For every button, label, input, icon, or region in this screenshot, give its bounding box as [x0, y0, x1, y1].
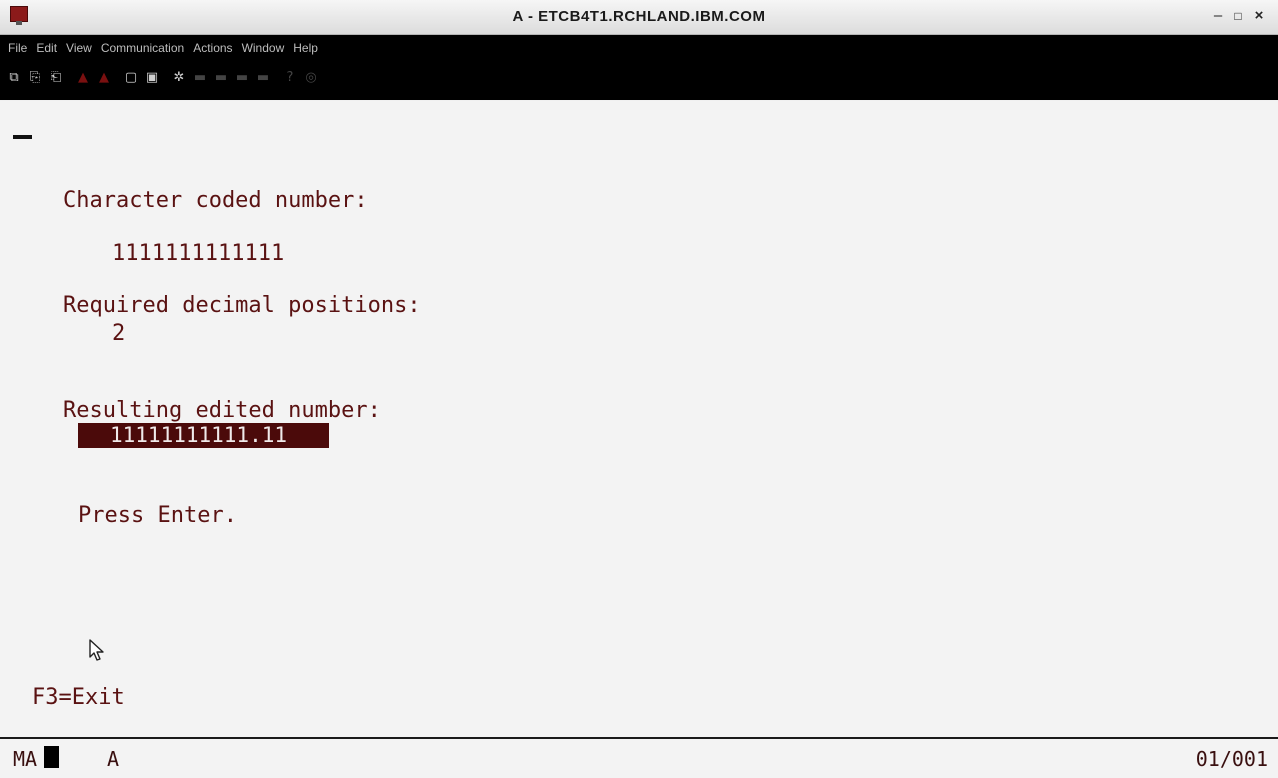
- minimize-button[interactable]: –: [1210, 7, 1226, 24]
- menu-bar: File Edit View Communication Actions Win…: [8, 41, 318, 55]
- text-cursor: [13, 135, 32, 139]
- mouse-pointer-icon: [89, 639, 104, 661]
- menu-edit[interactable]: Edit: [36, 41, 57, 55]
- character-number-value: 1111111111111: [112, 241, 285, 266]
- play-icon[interactable]: ▬: [234, 70, 250, 86]
- copy-screen-icon[interactable]: ⧉: [6, 70, 22, 86]
- menu-toolbar-band: File Edit View Communication Actions Win…: [0, 35, 1278, 100]
- toolbar: ⧉ ⎘ ⎗ ▲ ▲ ▢ ▣ ✲ ▬ ▬ ▬ ▬ ? ◎: [6, 70, 319, 86]
- result-value-field: 11111111111.11: [78, 423, 329, 448]
- receive-icon[interactable]: ▲: [96, 70, 112, 86]
- stop-icon[interactable]: ▬: [213, 70, 229, 86]
- menu-communication[interactable]: Communication: [101, 41, 184, 55]
- character-number-label: Character coded number:: [63, 188, 368, 213]
- close-button[interactable]: ×: [1251, 7, 1267, 24]
- pause-icon[interactable]: ▬: [255, 70, 271, 86]
- decimal-positions-value: 2: [112, 321, 126, 346]
- status-indicator: A: [107, 747, 120, 771]
- menu-view[interactable]: View: [66, 41, 92, 55]
- cursor-position: 01/001: [1195, 747, 1268, 771]
- print-screen-icon[interactable]: ▣: [144, 70, 160, 86]
- status-cursor-block: [44, 746, 59, 768]
- help-icon[interactable]: ◎: [303, 70, 319, 86]
- press-enter-instruction: Press Enter.: [78, 503, 237, 528]
- copy-icon[interactable]: ⎘: [27, 70, 43, 86]
- menu-actions[interactable]: Actions: [193, 41, 232, 55]
- status-line: MA A 01/001: [0, 737, 1278, 778]
- result-label: Resulting edited number:: [63, 398, 381, 423]
- maximize-button[interactable]: □: [1230, 9, 1246, 23]
- title-bar: A - ETCB4T1.RCHLAND.IBM.COM – □ ×: [0, 0, 1278, 35]
- f3-exit-key[interactable]: F3=Exit: [32, 685, 125, 710]
- terminal-screen[interactable]: Character coded number: 1111111111111 Re…: [0, 101, 1278, 737]
- menu-help[interactable]: Help: [293, 41, 318, 55]
- record-icon[interactable]: ▬: [192, 70, 208, 86]
- paste-icon[interactable]: ⎗: [48, 70, 64, 86]
- macro-icon[interactable]: ✲: [171, 70, 187, 86]
- menu-window[interactable]: Window: [242, 41, 285, 55]
- display-icon[interactable]: ▢: [123, 70, 139, 86]
- send-icon[interactable]: ▲: [75, 70, 91, 86]
- customize-icon[interactable]: ?: [282, 70, 298, 86]
- decimal-positions-label: Required decimal positions:: [63, 293, 421, 318]
- status-mode: MA: [13, 747, 38, 771]
- window-title: A - ETCB4T1.RCHLAND.IBM.COM: [512, 8, 766, 25]
- menu-file[interactable]: File: [8, 41, 27, 55]
